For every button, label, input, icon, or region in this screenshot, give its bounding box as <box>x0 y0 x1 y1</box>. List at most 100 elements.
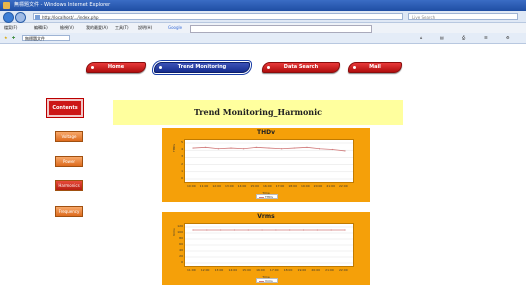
data-point <box>192 229 194 231</box>
favorites-star-icon[interactable]: ★ <box>4 33 8 43</box>
menu-view[interactable]: 檢視(V) <box>60 23 74 33</box>
data-point <box>268 147 270 149</box>
browser-search-input[interactable]: Live Search <box>408 13 518 20</box>
y-tick-label: 60 <box>179 242 183 246</box>
voltage-button[interactable]: Voltage <box>55 131 83 142</box>
x-tick-label: 13:00 <box>214 268 224 272</box>
y-tick-label: 4 <box>181 147 183 152</box>
feed-icon[interactable]: ▤ <box>440 33 444 43</box>
thdv-plot-area <box>184 139 354 183</box>
tools-menu-icon[interactable]: ⚙ <box>506 33 510 43</box>
data-point <box>243 148 245 150</box>
data-point <box>289 229 291 231</box>
data-point <box>281 148 283 150</box>
y-tick-label: 2 <box>181 161 183 166</box>
thdv-chart-svg <box>185 142 353 180</box>
tab-dot-icon <box>353 66 356 69</box>
tab-dot-icon <box>267 66 270 69</box>
ie-icon <box>3 2 10 9</box>
x-tick-label: 22:00 <box>339 268 348 272</box>
add-favorite-icon[interactable]: ✚ <box>12 33 15 43</box>
data-point <box>205 146 207 148</box>
x-tick-label: 14:00 <box>228 268 238 272</box>
x-tick-label: 14:00 <box>237 184 247 188</box>
harmonics-button[interactable]: Harmonics <box>55 180 83 191</box>
thdv-chart-title: THDv <box>256 129 275 136</box>
x-tick-label: 22:00 <box>339 184 348 188</box>
thdv-legend-label: THDv <box>265 195 274 199</box>
vrms-chart-svg <box>185 226 353 264</box>
x-tick-label: 15:00 <box>250 184 259 188</box>
menu-edit[interactable]: 編輯(E) <box>34 23 48 33</box>
page-icon <box>35 15 40 20</box>
vrms-plot-area <box>184 223 354 267</box>
x-tick-label: 17:00 <box>275 184 285 188</box>
x-tick-label: 21:00 <box>325 268 334 272</box>
contents-button[interactable]: Contents <box>47 99 83 117</box>
nav-tab-label: Home <box>107 64 125 70</box>
google-search-input[interactable] <box>190 25 372 33</box>
data-point <box>275 229 277 231</box>
y-tick-label: 5 <box>181 140 183 144</box>
print-icon[interactable]: ⎙ <box>462 33 465 43</box>
data-point <box>316 229 318 231</box>
tab-dot-icon <box>91 66 94 69</box>
legend-line-icon <box>259 281 264 282</box>
vrms-chart-panel: Vrms Vrms 0 20 40 60 80 100 120 11:00 12:00 13:0… <box>162 212 370 285</box>
nav-tab-trend-monitoring[interactable]: Trend Monitoring <box>154 62 250 73</box>
browser-title-bar: 無標題文件 - Windows Internet Explorer <box>0 0 526 11</box>
x-tick-label: 13:00 <box>225 184 234 188</box>
x-tick-label: 19:00 <box>301 184 310 188</box>
nav-tab-mail[interactable]: Mail <box>348 62 402 73</box>
menu-favorites[interactable]: 我的最愛(A) <box>86 23 108 33</box>
window-title: 無標題文件 - Windows Internet Explorer <box>14 2 111 8</box>
x-tick-label: 12:00 <box>212 184 221 188</box>
data-point <box>344 150 346 152</box>
nav-tab-label: Trend Monitoring <box>177 64 227 70</box>
favorites-bar: ★ ✚ 無標題文件 ⌂ ▤ ⎙ ☰ ⚙ <box>0 33 526 44</box>
x-tick-label: 16:00 <box>263 184 272 188</box>
back-button[interactable] <box>3 12 14 23</box>
menu-tools[interactable]: 工具(T) <box>115 23 129 33</box>
url-input[interactable]: http://localhost/.../index.php <box>33 13 403 20</box>
frequency-button[interactable]: Frequency <box>55 206 83 217</box>
address-bar: http://localhost/.../index.php Live Sear… <box>0 11 526 23</box>
thdv-chart-panel: THDv THDv 0 1 2 3 4 5 10:00 11:00 12:00 13:00 14:… <box>162 128 370 202</box>
vrms-chart-title: Vrms <box>257 213 275 220</box>
tab-dot-icon <box>159 66 162 69</box>
nav-tab-home[interactable]: Home <box>86 62 146 73</box>
data-point <box>255 146 257 148</box>
y-tick-label: 3 <box>181 154 183 159</box>
x-tick-label: 19:00 <box>297 268 307 272</box>
page-title: Trend Monitoring_Harmonic <box>113 100 403 125</box>
data-point <box>233 229 236 231</box>
x-tick-label: 11:00 <box>199 184 209 188</box>
x-tick-label: 12:00 <box>200 268 210 272</box>
google-toolbar-label: Google <box>168 25 183 30</box>
menu-bar: 檔案(F) 編輯(E) 檢視(V) 我的最愛(A) 工具(T) 說明(H) Go… <box>0 23 526 33</box>
thdv-legend: THDv <box>256 194 278 199</box>
legend-line-icon <box>259 197 264 198</box>
y-tick-label: 0 <box>181 260 183 264</box>
nav-tab-data-search[interactable]: Data Search <box>262 62 340 73</box>
y-tick-label: 0 <box>181 176 183 180</box>
power-button[interactable]: Power <box>55 156 83 167</box>
menu-file[interactable]: 檔案(F) <box>4 23 17 33</box>
data-point <box>319 148 321 150</box>
data-point <box>206 229 208 231</box>
vrms-legend: Vrms <box>256 278 278 283</box>
data-point <box>330 229 332 231</box>
nav-tab-label: Data Search <box>283 64 319 70</box>
menu-help[interactable]: 說明(H) <box>138 23 152 33</box>
page-menu-icon[interactable]: ☰ <box>484 33 488 43</box>
data-point <box>344 229 346 231</box>
nav-tab-label: Mail <box>369 64 381 70</box>
data-point <box>331 148 333 151</box>
vrms-legend-label: Vrms <box>265 279 273 283</box>
x-tick-label: 16:00 <box>256 268 265 272</box>
y-tick-label: 80 <box>179 236 183 240</box>
browser-tab[interactable]: 無標題文件 <box>22 35 70 41</box>
forward-button[interactable] <box>15 12 26 23</box>
home-icon[interactable]: ⌂ <box>420 33 423 43</box>
y-tick-label: 120 <box>177 224 183 228</box>
